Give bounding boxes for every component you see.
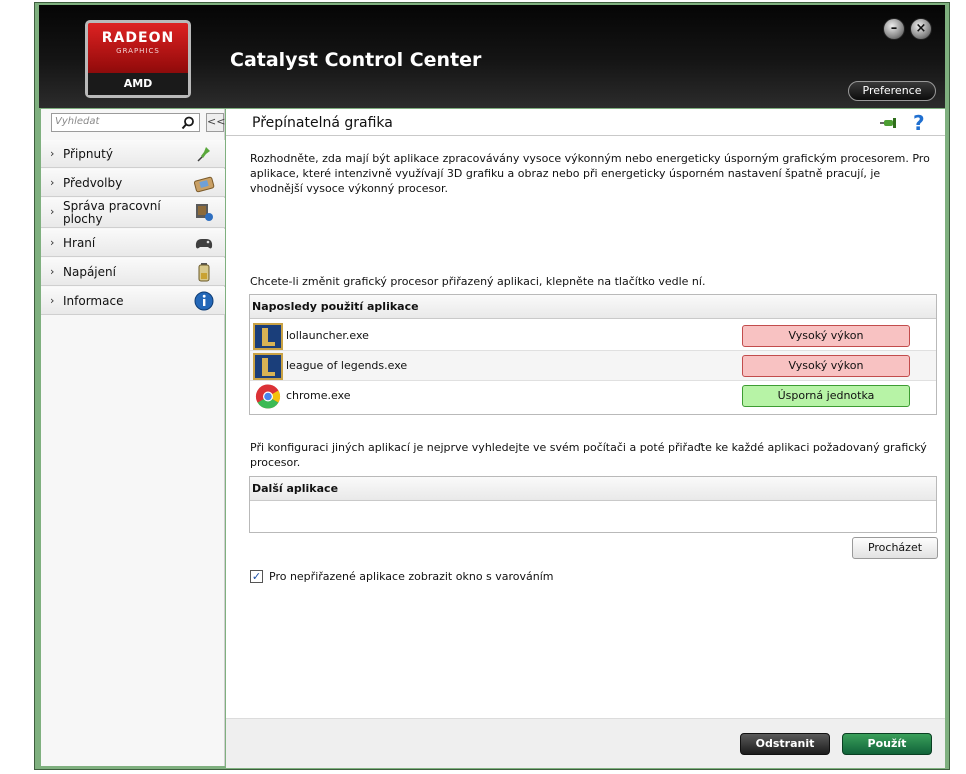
sidebar-item-label: Informace bbox=[63, 294, 124, 308]
warn-checkbox-label: Pro nepřiřazené aplikace zobrazit okno s… bbox=[269, 570, 554, 583]
logo-graphics-text: GRAPHICS bbox=[116, 47, 160, 55]
app-title: Catalyst Control Center bbox=[230, 49, 482, 71]
preference-button[interactable]: Preference bbox=[848, 81, 936, 101]
gpu-toggle-button[interactable]: Vysoký výkon bbox=[742, 355, 910, 377]
close-button[interactable]: × bbox=[910, 18, 932, 40]
sidebar-item-label: Předvolby bbox=[63, 176, 123, 190]
recent-apps-header: Naposledy použití aplikace bbox=[250, 295, 936, 319]
sidebar-item-gaming[interactable]: › Hraní bbox=[41, 229, 225, 257]
league-of-legends-icon bbox=[253, 323, 283, 350]
pin-page-icon[interactable] bbox=[879, 116, 901, 130]
main-panel: Přepínatelná grafika ? Rozhodněte, zda m… bbox=[226, 109, 945, 768]
sidebar-item-pinned[interactable]: › Připnutý bbox=[41, 140, 225, 168]
radeon-logo: RADEON GRAPHICS AMD bbox=[85, 20, 191, 98]
other-apps-table: Další aplikace bbox=[249, 476, 937, 533]
help-icon[interactable]: ? bbox=[913, 111, 925, 135]
pin-icon bbox=[197, 147, 210, 162]
apply-button[interactable]: Použít bbox=[842, 733, 932, 755]
ccc-window: RADEON GRAPHICS AMD Catalyst Control Cen… bbox=[34, 2, 950, 770]
chevron-right-icon: › bbox=[50, 176, 55, 189]
app-name: lollauncher.exe bbox=[286, 329, 369, 342]
browse-button[interactable]: Procházet bbox=[852, 537, 938, 559]
sidebar-item-label: Hraní bbox=[63, 236, 96, 250]
sidebar-item-label: Napájení bbox=[63, 265, 116, 279]
table-row: lollauncher.exe Vysoký výkon bbox=[250, 321, 936, 351]
gpu-toggle-button[interactable]: Úsporná jednotka bbox=[742, 385, 910, 407]
sidebar-item-power[interactable]: › Napájení bbox=[41, 258, 225, 286]
collapse-sidebar-button[interactable]: << bbox=[206, 113, 225, 132]
table-row: chrome.exe Úsporná jednotka bbox=[250, 381, 936, 411]
sidebar-item-label: Připnutý bbox=[63, 147, 113, 161]
sidebar-item-information[interactable]: › Informace bbox=[41, 287, 225, 315]
info-icon bbox=[194, 291, 214, 311]
remove-button[interactable]: Odstranit bbox=[740, 733, 830, 755]
sidebar-item-desktop-management[interactable]: › Správa pracovní plochy bbox=[41, 198, 225, 228]
league-of-legends-icon bbox=[253, 353, 283, 380]
gpu-toggle-button[interactable]: Vysoký výkon bbox=[742, 325, 910, 347]
footer-bar: Odstranit Použít bbox=[226, 718, 945, 768]
logo-radeon-text: RADEON bbox=[101, 30, 175, 46]
gamepad-icon bbox=[195, 239, 213, 249]
logo-amd-text: AMD bbox=[88, 73, 188, 95]
search-input[interactable]: Vyhledat bbox=[55, 116, 99, 127]
chevron-right-icon: › bbox=[50, 236, 55, 249]
sidebar-item-label: Správa pracovní plochy bbox=[63, 199, 161, 226]
desktop-management-icon bbox=[196, 204, 213, 221]
chrome-icon bbox=[255, 384, 281, 409]
table-row: league of legends.exe Vysoký výkon bbox=[250, 351, 936, 381]
page-title: Přepínatelná grafika bbox=[252, 115, 393, 131]
recent-apps-table: Naposledy použití aplikace lollauncher.e… bbox=[249, 294, 937, 415]
search-icon[interactable] bbox=[181, 116, 195, 130]
chevron-right-icon: › bbox=[50, 205, 55, 218]
title-bar: RADEON GRAPHICS AMD Catalyst Control Cen… bbox=[39, 5, 945, 108]
warn-checkbox[interactable]: ✓ bbox=[250, 570, 263, 583]
config-text: Při konfiguraci jiných aplikací je nejpr… bbox=[250, 441, 927, 469]
page-header: Přepínatelná grafika ? bbox=[226, 109, 945, 136]
intro-text: Rozhodněte, zda mají být aplikace zpraco… bbox=[250, 152, 930, 195]
sidebar-item-presets[interactable]: › Předvolby bbox=[41, 169, 225, 197]
battery-icon bbox=[198, 263, 210, 282]
chevron-right-icon: › bbox=[50, 265, 55, 278]
app-name: chrome.exe bbox=[286, 389, 351, 402]
other-apps-header: Další aplikace bbox=[250, 477, 936, 501]
sidebar: Vyhledat << › Připnutý › Předvolby › Spr… bbox=[41, 109, 225, 766]
minimize-button[interactable]: – bbox=[883, 18, 905, 40]
chevron-right-icon: › bbox=[50, 294, 55, 307]
chevron-right-icon: › bbox=[50, 147, 55, 160]
choose-gpu-text: Chcete-li změnit grafický procesor přiřa… bbox=[250, 275, 706, 288]
presets-icon bbox=[193, 176, 215, 193]
app-name: league of legends.exe bbox=[286, 359, 408, 372]
search-box[interactable]: Vyhledat bbox=[51, 113, 200, 132]
